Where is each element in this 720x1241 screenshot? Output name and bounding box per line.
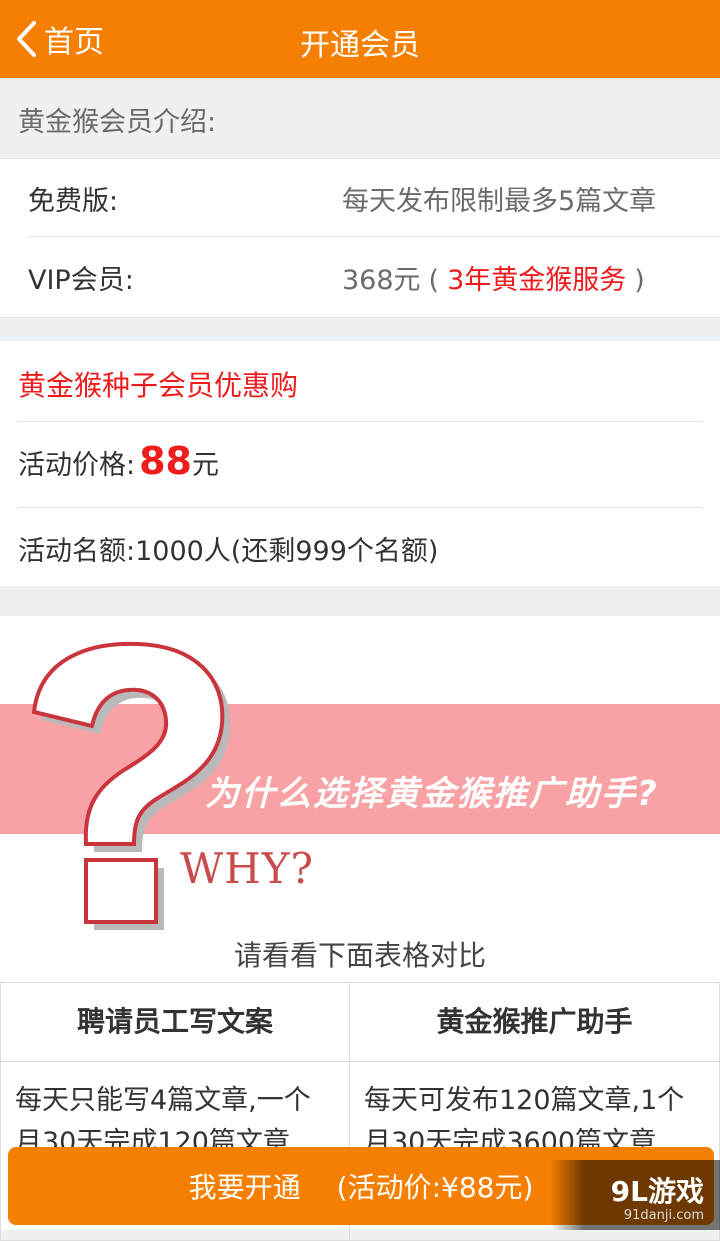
why-banner: 为什么选择黄金猴推广助手? WHY? 请看看下面表格对比 <box>0 616 720 982</box>
table-header-cell: 黄金猴推广助手 <box>349 982 720 1062</box>
vip-service-highlight: 3年黄金猴服务 <box>447 265 627 296</box>
cta-price-text: (活动价:¥88元) <box>336 1171 534 1204</box>
page-title: 开通会员 <box>300 28 420 63</box>
why-text: WHY? <box>180 844 315 893</box>
cta-label: 我要开通 <box>188 1171 301 1204</box>
promo-quota-text: 活动名额:1000人(还剩999个名额) <box>18 536 439 567</box>
table-header-cell: 聘请员工写文案 <box>0 982 350 1062</box>
vip-plan-label: VIP会员: <box>28 265 134 296</box>
top-nav-bar: 首页 开通会员 <box>0 0 720 78</box>
vip-price: 368元 <box>342 265 421 296</box>
vip-plan-row: VIP会员: 368元(3年黄金猴服务) <box>0 238 720 316</box>
promo-quota-row: 活动名额:1000人(还剩999个名额) <box>18 529 438 568</box>
promo-price-unit: 元 <box>192 450 219 481</box>
free-plan-label: 免费版: <box>28 186 119 217</box>
promo-title: 黄金猴种子会员优惠购 <box>18 369 299 402</box>
row-divider <box>28 236 720 237</box>
watermark-url: 91danji.com <box>623 1208 704 1223</box>
vip-plan-value: 368元(3年黄金猴服务) <box>342 258 653 297</box>
promo-divider <box>18 421 702 422</box>
paren-open: ( <box>428 265 440 296</box>
banner-headline: 为什么选择黄金猴推广助手? <box>205 774 659 814</box>
watermark: 9L游戏 91danji.com <box>550 1160 720 1230</box>
promo-divider <box>18 507 702 508</box>
promo-price-row: 活动价格: 88 元 <box>18 439 219 483</box>
intro-section-title: 黄金猴会员介绍: <box>18 107 217 138</box>
promo-card: 黄金猴种子会员优惠购 活动价格: 88 元 活动名额:1000人(还剩999个名… <box>0 341 720 586</box>
paren-close: ) <box>634 265 645 296</box>
free-plan-value: 每天发布限制最多5篇文章 <box>342 186 657 217</box>
question-mark-icon <box>31 641 231 930</box>
compare-hint: 请看看下面表格对比 <box>233 939 486 972</box>
watermark-logo: 9L游戏 <box>610 1175 704 1208</box>
promo-price-label: 活动价格: <box>18 450 136 481</box>
free-plan-row: 免费版: 每天发布限制最多5篇文章 <box>0 159 720 237</box>
membership-intro-list: 免费版: 每天发布限制最多5篇文章 VIP会员: 368元(3年黄金猴服务) <box>0 158 720 318</box>
intro-section-header: 黄金猴会员介绍: <box>0 78 720 158</box>
promo-price-value: 88 <box>139 439 192 483</box>
